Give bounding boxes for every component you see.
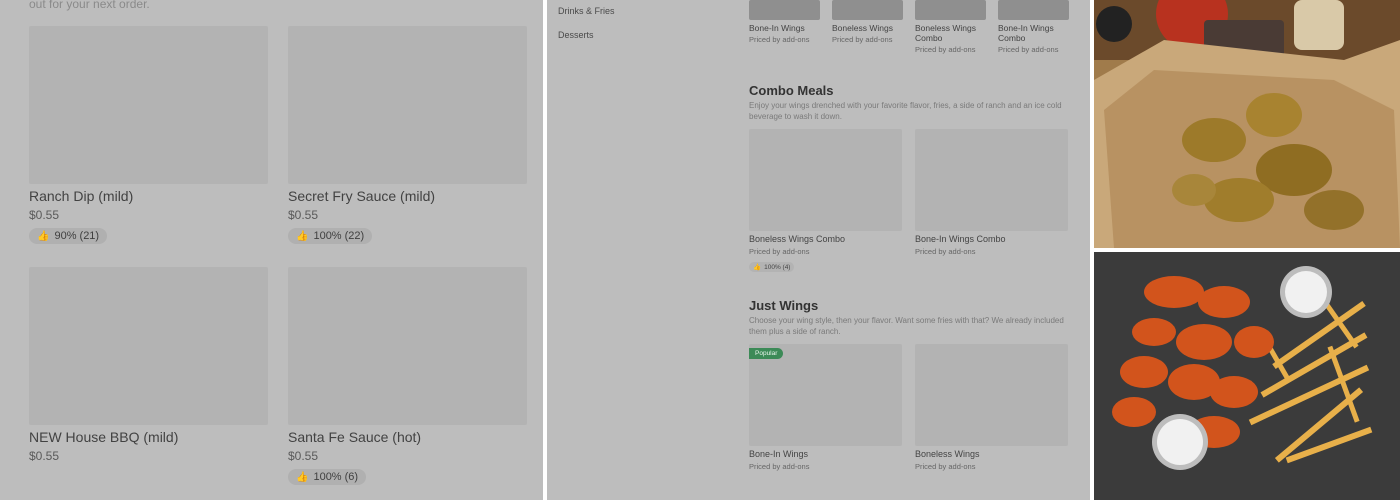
section-description: Choose your wing style, then your flavor… xyxy=(749,316,1064,336)
item-image-placeholder xyxy=(29,267,268,425)
item-title: Bone-In Wings Combo xyxy=(998,23,1054,43)
menu-panel: Drinks & Fries Desserts Bone-In Wings Pr… xyxy=(547,0,1090,500)
thumbs-up-icon: 👍 xyxy=(296,230,309,242)
menu-item-card[interactable]: Secret Fry Sauce (mild) $0.55 👍 100% (22… xyxy=(288,26,527,244)
item-image-placeholder: Popular xyxy=(749,344,902,446)
wings-fries-illustration xyxy=(1094,252,1400,500)
thumbs-up-icon: 👍 xyxy=(37,230,50,242)
item-price: $0.55 xyxy=(288,449,319,463)
sidebar-item-desserts[interactable]: Desserts xyxy=(558,30,594,40)
item-price: Priced by add-ons xyxy=(749,35,810,44)
item-image-placeholder xyxy=(915,129,1068,231)
item-title: Bone-In Wings xyxy=(749,449,809,459)
item-rating: 👍 100% (22) xyxy=(288,228,373,244)
item-price: Priced by add-ons xyxy=(915,45,976,54)
item-image-placeholder xyxy=(832,0,903,20)
item-title: Boneless Wings Combo xyxy=(749,234,846,244)
menu-item-card[interactable]: Ranch Dip (mild) $0.55 👍 90% (21) xyxy=(29,26,268,244)
wings-basket-illustration xyxy=(1094,0,1400,248)
item-image-placeholder xyxy=(998,0,1069,20)
item-title: Ranch Dip (mild) xyxy=(29,188,134,204)
menu-item-card[interactable]: Boneless Wings Priced by add-ons xyxy=(915,344,1068,471)
thumbs-up-icon: 👍 xyxy=(296,471,309,483)
sauces-panel: out for your next order. Ranch Dip (mild… xyxy=(0,0,543,500)
menu-item-card[interactable]: Bone-In Wings Combo Priced by add-ons xyxy=(998,0,1069,54)
item-price: Priced by add-ons xyxy=(749,247,810,256)
item-price: Priced by add-ons xyxy=(749,462,810,471)
item-image-placeholder xyxy=(749,129,902,231)
item-title: Bone-In Wings Combo xyxy=(915,234,1006,244)
item-image-placeholder xyxy=(29,26,268,184)
popular-badge: Popular xyxy=(749,348,784,359)
menu-item-card[interactable]: Boneless Wings Priced by add-ons xyxy=(832,0,903,44)
section-title-combo-meals: Combo Meals xyxy=(749,83,834,98)
item-title: Boneless Wings xyxy=(832,23,893,33)
item-price: $0.55 xyxy=(29,449,60,463)
menu-item-card[interactable]: Santa Fe Sauce (hot) $0.55 👍 100% (6) xyxy=(288,267,527,485)
item-title: Secret Fry Sauce (mild) xyxy=(288,188,436,204)
item-price: Priced by add-ons xyxy=(915,462,976,471)
item-image-placeholder xyxy=(288,26,527,184)
menu-item-card[interactable]: Bone-In Wings Combo Priced by add-ons xyxy=(915,129,1068,256)
item-price: $0.55 xyxy=(29,208,60,222)
item-image-placeholder xyxy=(915,0,986,20)
item-price: Priced by add-ons xyxy=(915,247,976,256)
menu-item-card[interactable]: Boneless Wings Combo Priced by add-ons xyxy=(915,0,986,54)
item-image-placeholder xyxy=(749,0,820,20)
item-title: Santa Fe Sauce (hot) xyxy=(288,429,422,445)
item-image-placeholder xyxy=(915,344,1068,446)
section-title-just-wings: Just Wings xyxy=(749,298,819,313)
item-title: Boneless Wings xyxy=(915,449,980,459)
section-description: Enjoy your wings drenched with your favo… xyxy=(749,101,1062,121)
item-title: Bone-In Wings xyxy=(749,23,805,33)
item-price: Priced by add-ons xyxy=(832,35,893,44)
item-rating: 👍 90% (21) xyxy=(29,228,108,244)
menu-item-card[interactable]: Popular Bone-In Wings Priced by add-ons xyxy=(749,344,902,471)
menu-item-card[interactable]: NEW House BBQ (mild) $0.55 xyxy=(29,267,268,463)
item-price: Priced by add-ons xyxy=(998,45,1059,54)
photo-panel xyxy=(1094,0,1400,500)
item-price: $0.55 xyxy=(288,208,319,222)
item-title: Boneless Wings Combo xyxy=(915,23,976,43)
sidebar-item-drinks-fries[interactable]: Drinks & Fries xyxy=(558,6,615,16)
item-rating: 👍 100% (4) xyxy=(749,262,795,272)
thumbs-up-icon: 👍 xyxy=(753,264,762,271)
wings-fries-photo xyxy=(1094,252,1400,500)
item-title: NEW House BBQ (mild) xyxy=(29,429,179,445)
wings-basket-photo xyxy=(1094,0,1400,248)
section-subtitle: out for your next order. xyxy=(29,0,150,11)
menu-item-card[interactable]: Boneless Wings Combo Priced by add-ons 👍… xyxy=(749,129,902,274)
item-image-placeholder xyxy=(288,267,527,425)
menu-item-card[interactable]: Bone-In Wings Priced by add-ons xyxy=(749,0,820,44)
item-rating: 👍 100% (6) xyxy=(288,469,367,485)
